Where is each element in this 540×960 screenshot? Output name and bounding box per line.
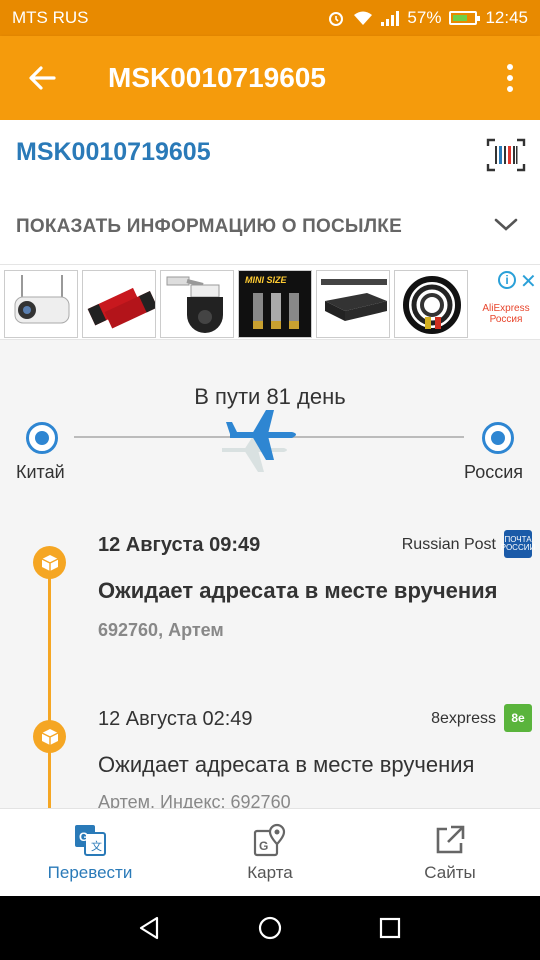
nav-translate-label: Перевести	[47, 863, 133, 882]
dvr-image	[321, 279, 387, 321]
barcode-icon[interactable]	[486, 138, 526, 172]
8express-logo-icon: 8e	[504, 704, 532, 732]
origin-node-icon	[26, 422, 58, 454]
dome-camera-image	[166, 276, 223, 333]
package-icon	[33, 546, 66, 579]
page-title: MSK0010719605	[108, 62, 326, 93]
nav-map-label: Карта	[247, 863, 293, 882]
nav-translate[interactable]: G 文 Перевести	[0, 809, 180, 896]
battery-percent: 57%	[407, 8, 442, 27]
more-vert-icon	[507, 64, 513, 92]
destination-country: Россия	[464, 462, 524, 482]
nav-sites-label: Сайты	[424, 863, 476, 882]
chevron-down-icon[interactable]	[494, 216, 518, 234]
open-external-icon	[436, 825, 465, 854]
ad-mini-size-text: MINI SIZE	[245, 275, 287, 285]
destination-node-icon	[482, 422, 514, 454]
origin-country: Китай	[16, 462, 65, 482]
event-status: Ожидает адресата в месте вручения	[98, 752, 475, 777]
tracking-number: MSK0010719605	[16, 138, 211, 166]
ad-product-cable[interactable]	[394, 270, 468, 338]
system-navigation-bar	[0, 896, 540, 960]
recents-square-icon[interactable]	[377, 915, 403, 941]
event-date: 12 Августа 09:49	[98, 534, 261, 556]
ad-product-led-bulbs[interactable]: MINI SIZE	[238, 270, 312, 338]
event-carrier: 8express	[431, 710, 496, 727]
ad-product-camera-wifi[interactable]	[4, 270, 78, 338]
bottom-navigation: G 文 Перевести G Карта Сайты	[0, 808, 540, 896]
ad-close-icon[interactable]: ✕	[520, 269, 537, 294]
ad-info-icon[interactable]: i	[498, 271, 516, 289]
show-parcel-info-toggle[interactable]: ПОКАЗАТЬ ИНФОРМАЦИЮ О ПОСЫЛКЕ	[16, 216, 402, 238]
parcel-header: MSK0010719605 ПОКАЗАТЬ ИНФОРМАЦИЮ О ПОСЫ…	[0, 120, 540, 264]
map-icon: G	[253, 823, 286, 857]
battery-icon	[449, 11, 481, 25]
back-button[interactable]	[0, 36, 84, 120]
translate-icon: G 文	[75, 825, 106, 856]
svg-text:文: 文	[91, 839, 102, 853]
svg-text:G: G	[79, 830, 88, 844]
status-bar: MTS RUS 57% 12:45	[0, 0, 540, 36]
aliexpress-logo: AliExpress Россия	[482, 303, 530, 325]
svg-text:G: G	[259, 839, 268, 853]
clock: 12:45	[485, 8, 528, 27]
cable-image	[403, 276, 461, 334]
wifi-icon	[354, 11, 373, 25]
overflow-menu-button[interactable]	[480, 36, 540, 120]
event-place: 692760, Артем	[98, 620, 224, 640]
home-circle-icon[interactable]	[257, 915, 283, 941]
transit-duration: В пути 81 день	[194, 384, 346, 409]
camera-image	[14, 275, 70, 324]
nav-map[interactable]: G Карта	[180, 809, 360, 896]
event-date: 12 Августа 02:49	[98, 708, 253, 730]
event-carrier: Russian Post	[401, 536, 496, 553]
app-bar: MSK0010719605	[0, 36, 540, 120]
ad-product-battery[interactable]	[82, 270, 156, 338]
ad-banner[interactable]: MINI SIZE i ✕ AliExpress Россия	[0, 264, 540, 340]
alarm-icon	[329, 12, 344, 26]
back-triangle-icon[interactable]	[137, 915, 163, 941]
ad-product-dvr[interactable]	[316, 270, 390, 338]
airplane-icon	[222, 410, 296, 472]
timeline-line	[48, 562, 51, 812]
nav-sites[interactable]: Сайты	[360, 809, 540, 896]
carrier-name: MTS RUS	[12, 8, 89, 27]
package-icon	[33, 720, 66, 753]
ad-product-dome-camera[interactable]	[160, 270, 234, 338]
battery-product-image	[87, 287, 155, 329]
signal-icon	[381, 10, 400, 26]
arrow-left-icon	[29, 66, 56, 90]
event-status: Ожидает адресата в месте вручения	[98, 578, 498, 603]
russian-post-logo-icon: ПОЧТА РОССИИ	[501, 530, 535, 558]
